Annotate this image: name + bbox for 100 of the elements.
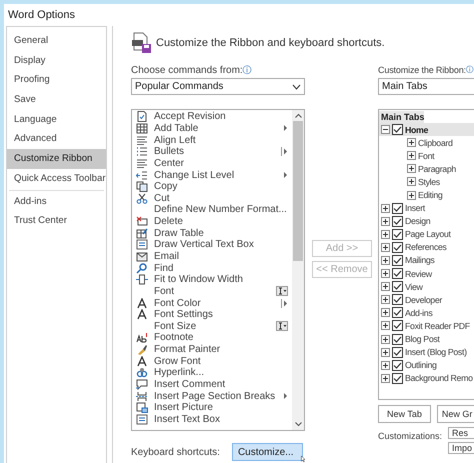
scroll-up-icon[interactable] (294, 113, 302, 118)
sidebar-item[interactable]: Advanced (7, 129, 57, 150)
scroll-down-icon[interactable] (294, 422, 302, 427)
group-tree-item[interactable]: Paragraph (418, 164, 456, 174)
scroll-thumb[interactable] (293, 121, 303, 261)
tab-tree-item[interactable]: Review (405, 268, 432, 279)
sidebar-item[interactable]: Language (7, 110, 57, 130)
command-item[interactable]: Font (132, 286, 292, 298)
checkbox[interactable] (392, 202, 403, 214)
checkbox[interactable] (392, 281, 403, 292)
tab-tree-item[interactable]: Outlining (405, 360, 437, 370)
command-item[interactable]: Find (132, 262, 292, 274)
command-item[interactable]: Font Settings (132, 308, 292, 321)
scrollbar[interactable] (292, 110, 304, 430)
expand-icon[interactable] (381, 308, 390, 318)
checkbox[interactable] (392, 216, 403, 227)
tab-tree-item[interactable]: Developer (405, 294, 442, 305)
command-item[interactable]: Add Table (132, 122, 292, 134)
sidebar-item[interactable]: Save (7, 90, 36, 110)
command-item[interactable]: Format Painter (132, 344, 292, 356)
command-item[interactable]: Align Left (132, 134, 292, 146)
command-item[interactable]: Cut (132, 192, 292, 204)
command-item[interactable]: Bullets (132, 146, 292, 158)
group-tree-item[interactable]: Styles (418, 176, 440, 187)
command-item[interactable]: Grow Font (132, 355, 292, 368)
tab-tree-item[interactable]: Blog Post (405, 334, 440, 344)
expand-icon[interactable] (381, 360, 390, 370)
tab-tree-item[interactable]: References (405, 242, 446, 252)
expand-icon[interactable] (381, 374, 390, 383)
expand-icon[interactable] (381, 230, 390, 239)
command-item[interactable]: Font Color (132, 297, 292, 309)
expand-icon[interactable] (381, 282, 390, 292)
tab-tree-item[interactable]: Foxit Reader PDF (405, 320, 470, 331)
command-item[interactable]: Font Size (132, 320, 292, 332)
expand-icon[interactable] (381, 204, 390, 213)
checkbox[interactable] (392, 320, 403, 332)
group-tree-item[interactable]: Editing (418, 190, 442, 200)
checkbox[interactable] (392, 334, 403, 345)
command-item[interactable]: Change List Level (132, 169, 292, 181)
command-item[interactable]: Accept Revision (132, 111, 292, 123)
sidebar-item[interactable]: Customize Ribbon (7, 149, 106, 169)
checkbox[interactable] (392, 242, 403, 253)
sidebar-item[interactable]: Display (7, 50, 46, 70)
checkbox[interactable] (392, 360, 403, 371)
tab-tree-item[interactable]: Add-ins (405, 308, 432, 318)
command-item[interactable]: Insert Page Section Breaks (132, 390, 292, 402)
command-item[interactable]: Hyperlink... (132, 367, 292, 379)
checkbox[interactable] (392, 307, 403, 318)
command-item[interactable]: Center (132, 158, 292, 170)
expand-icon[interactable] (407, 164, 416, 174)
commands-dropdown[interactable]: Popular Commands (131, 78, 305, 95)
ribbon-dropdown[interactable]: Main Tabs (378, 78, 474, 95)
tab-tree-item[interactable]: Background Remo (405, 373, 473, 384)
collapse-icon[interactable] (381, 125, 390, 134)
tab-tree-item[interactable]: Home (405, 124, 428, 135)
expand-icon[interactable] (381, 295, 390, 304)
reset-button[interactable]: Res (448, 427, 474, 439)
new-group-button[interactable]: New Gr (436, 405, 474, 423)
command-item[interactable]: Email (132, 250, 292, 262)
command-item[interactable]: Fit to Window Width (132, 274, 292, 286)
expand-icon[interactable] (381, 269, 390, 278)
tab-tree-item[interactable]: Insert (Blog Post) (405, 347, 467, 358)
group-tree-item[interactable]: Font (418, 150, 434, 161)
expand-icon[interactable] (381, 321, 390, 330)
sidebar-item[interactable]: General (7, 31, 48, 51)
group-tree-item[interactable]: Clipboard (418, 138, 453, 148)
checkbox[interactable] (392, 294, 403, 306)
command-item[interactable]: Define New Number Format... (132, 204, 292, 216)
command-item[interactable]: Draw Vertical Text Box (132, 239, 292, 251)
command-item[interactable]: Footnote (132, 332, 292, 344)
expand-icon[interactable] (381, 256, 390, 265)
expand-icon[interactable] (407, 177, 416, 186)
checkbox[interactable] (392, 124, 403, 136)
command-item[interactable]: Draw Table (132, 227, 292, 240)
tab-tree-item[interactable]: Insert (405, 203, 425, 214)
checkbox[interactable] (392, 228, 403, 240)
expand-icon[interactable] (407, 151, 416, 160)
checkbox[interactable] (392, 254, 403, 266)
checkbox[interactable] (392, 346, 403, 358)
tab-tree-item[interactable]: Design (405, 216, 430, 226)
checkbox[interactable] (392, 268, 403, 280)
checkbox[interactable] (392, 372, 403, 384)
new-tab-button[interactable]: New Tab (378, 405, 431, 423)
expand-icon[interactable] (407, 190, 416, 200)
command-item[interactable]: Insert Text Box (132, 414, 292, 426)
expand-icon[interactable] (381, 216, 390, 226)
sidebar-item[interactable]: Proofing (7, 70, 50, 90)
tab-tree-item[interactable]: View (405, 282, 423, 292)
sidebar-item[interactable]: Trust Center (7, 211, 67, 231)
sidebar-item[interactable]: Quick Access Toolbar (7, 168, 106, 188)
expand-icon[interactable] (407, 138, 416, 148)
expand-icon[interactable] (381, 242, 390, 252)
import-export-button[interactable]: Impo (448, 442, 474, 454)
expand-icon[interactable] (381, 334, 390, 344)
command-item[interactable]: Insert Picture (132, 402, 292, 414)
sidebar-item[interactable]: Add-ins (7, 192, 47, 212)
command-item[interactable]: Insert Comment (132, 378, 292, 390)
command-item[interactable]: Copy (132, 180, 292, 192)
command-item[interactable]: Delete (132, 216, 292, 228)
tab-tree-item[interactable]: Page Layout (405, 229, 451, 240)
